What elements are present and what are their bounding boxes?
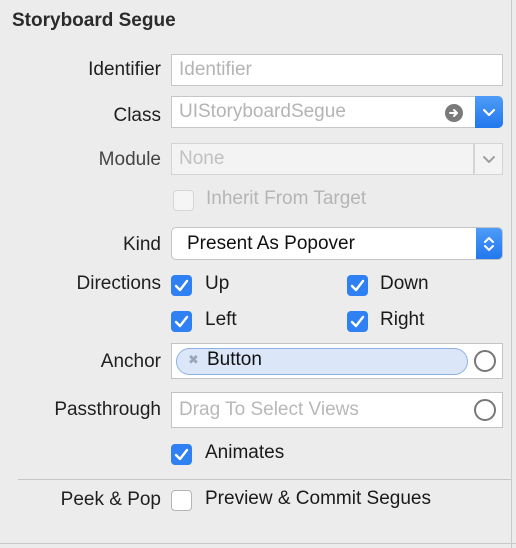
checkmark-icon [174, 315, 189, 328]
class-label: Class [113, 105, 161, 126]
class-field[interactable]: UIStoryboardSegue [171, 96, 476, 128]
module-field: None [171, 143, 474, 175]
up-down-chevron-icon[interactable] [476, 228, 502, 259]
target-circle-icon[interactable] [474, 350, 496, 372]
direction-down-label: Down [380, 273, 429, 294]
directions-label: Directions [76, 273, 161, 294]
direction-up-checkbox[interactable] [171, 275, 192, 296]
inherit-from-target-label: Inherit From Target [206, 188, 367, 209]
anchor-token-label: Button [207, 349, 262, 370]
module-dropdown-button [474, 143, 503, 175]
animates-label: Animates [205, 442, 285, 463]
remove-x-icon[interactable]: ✖ [188, 352, 199, 368]
direction-right-checkbox[interactable] [347, 311, 368, 332]
preview-commit-segues-checkbox[interactable] [171, 490, 192, 511]
checkmark-icon [350, 315, 365, 328]
section-title: Storyboard Segue [12, 10, 176, 31]
panel-edge-right [511, 0, 512, 548]
chevron-down-icon [482, 156, 495, 163]
class-dropdown-button[interactable] [475, 96, 503, 128]
direction-up-label: Up [205, 273, 230, 294]
inherit-from-target-checkbox [173, 190, 194, 211]
direction-left-checkbox[interactable] [171, 311, 192, 332]
kind-popup[interactable]: Present As Popover [171, 227, 503, 260]
identifier-label: Identifier [88, 59, 161, 80]
storyboard-segue-inspector: Storyboard Segue Identifier Identifier C… [0, 0, 516, 548]
identifier-field[interactable]: Identifier [171, 54, 503, 86]
checkmark-icon [350, 279, 365, 292]
checkmark-icon [174, 279, 189, 292]
direction-right-label: Right [380, 309, 425, 330]
peek-pop-label: Peek & Pop [60, 489, 161, 510]
preview-commit-segues-label: Preview & Commit Segues [205, 488, 431, 509]
direction-down-checkbox[interactable] [347, 275, 368, 296]
target-circle-icon[interactable] [474, 399, 496, 421]
animates-checkbox[interactable] [171, 444, 192, 465]
panel-edge-bottom [0, 543, 516, 544]
chevron-down-icon [482, 108, 496, 117]
passthrough-field[interactable]: Drag To Select Views [171, 392, 503, 428]
module-label: Module [98, 149, 161, 170]
section-divider [18, 479, 511, 480]
kind-label: Kind [122, 234, 161, 255]
direction-left-label: Left [205, 309, 237, 330]
passthrough-label: Passthrough [54, 399, 161, 420]
anchor-label: Anchor [100, 351, 161, 372]
checkmark-icon [174, 448, 189, 461]
arrow-right-circle-icon[interactable] [445, 104, 463, 122]
